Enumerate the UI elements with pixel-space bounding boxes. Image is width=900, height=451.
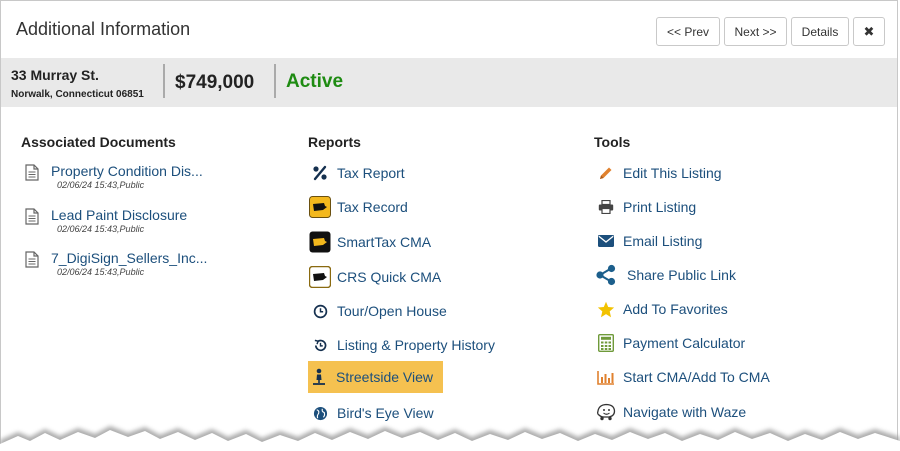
report-label: Listing & Property History — [337, 337, 495, 353]
calculator-icon — [595, 332, 617, 354]
report-label: Tax Record — [337, 199, 408, 215]
tool-add-favorites[interactable]: Add To Favorites — [595, 297, 728, 321]
report-tax-record[interactable]: Tax Record — [309, 195, 408, 219]
ct-map-outline-icon — [309, 266, 331, 288]
report-label: SmartTax CMA — [337, 234, 432, 250]
bar-chart-icon — [595, 366, 617, 388]
star-icon — [595, 298, 617, 320]
report-tour-open-house[interactable]: Tour/Open House — [309, 299, 447, 323]
dialog-titlebar: Additional Information << Prev Next >> D… — [1, 1, 897, 57]
document-link[interactable]: 7_DigiSign_Sellers_Inc... — [51, 250, 207, 266]
tool-label: Email Listing — [623, 233, 703, 249]
report-tax-report[interactable]: Tax Report — [309, 161, 405, 185]
pencil-icon — [595, 162, 617, 184]
tool-payment-calculator[interactable]: Payment Calculator — [595, 331, 745, 355]
percent-icon — [309, 162, 331, 184]
tool-label: Print Listing — [623, 199, 697, 215]
close-button[interactable]: ✖ — [853, 17, 885, 46]
globe-icon — [309, 402, 331, 424]
tool-start-cma[interactable]: Start CMA/Add To CMA — [595, 365, 770, 389]
document-meta: 02/06/24 15:43,Public — [57, 267, 145, 277]
reports-heading: Reports — [308, 134, 361, 150]
tool-label: Start CMA/Add To CMA — [623, 369, 770, 385]
report-label: Tax Report — [337, 165, 405, 181]
tool-label: Share Public Link — [627, 267, 736, 283]
dialog-title: Additional Information — [16, 19, 191, 39]
tool-navigate-waze[interactable]: Navigate with Waze — [595, 400, 746, 424]
tool-email-listing[interactable]: Email Listing — [595, 229, 702, 253]
details-button[interactable]: Details — [791, 17, 849, 46]
tool-label: Edit This Listing — [623, 165, 722, 181]
document-link[interactable]: Property Condition Dis... — [51, 163, 203, 179]
divider — [163, 64, 165, 98]
report-label: Bird's Eye View — [337, 405, 434, 421]
report-smarttax-cma[interactable]: SmartTax CMA — [309, 230, 431, 254]
waze-icon — [595, 401, 617, 423]
documents-heading: Associated Documents — [21, 134, 176, 150]
report-streetside-view[interactable]: Streetside View — [308, 361, 444, 393]
prev-button[interactable]: << Prev — [656, 17, 720, 46]
listing-city: Norwalk, Connecticut 06851 — [11, 89, 144, 100]
report-birds-eye-view[interactable]: Bird's Eye View — [309, 401, 434, 425]
tool-label: Add To Favorites — [623, 301, 728, 317]
history-icon — [309, 334, 331, 356]
tool-label: Navigate with Waze — [623, 404, 747, 420]
tool-print-listing[interactable]: Print Listing — [595, 195, 696, 219]
listing-summary-bar: 33 Murray St. Norwalk, Connecticut 06851… — [1, 58, 897, 107]
tool-share-public-link[interactable]: Share Public Link — [595, 263, 736, 287]
additional-info-dialog: Additional Information << Prev Next >> D… — [0, 0, 898, 451]
ct-map-icon — [309, 196, 331, 218]
clock-icon — [309, 300, 331, 322]
report-listing-history[interactable]: Listing & Property History — [309, 333, 495, 357]
document-link[interactable]: Lead Paint Disclosure — [51, 207, 187, 223]
divider — [274, 64, 276, 98]
report-label: Tour/Open House — [337, 303, 447, 319]
document-icon — [25, 164, 39, 181]
tool-label: Payment Calculator — [623, 335, 746, 351]
ct-map-dark-icon — [309, 231, 331, 253]
document-icon — [25, 251, 39, 268]
listing-status: Active — [286, 71, 344, 92]
listing-price: $749,000 — [175, 72, 255, 93]
document-meta: 02/06/24 15:43,Public — [57, 224, 145, 234]
report-label: CRS Quick CMA — [337, 269, 442, 285]
tool-edit-listing[interactable]: Edit This Listing — [595, 161, 722, 185]
report-crs-quick-cma[interactable]: CRS Quick CMA — [309, 265, 441, 289]
tools-heading: Tools — [594, 134, 631, 150]
close-icon: ✖ — [863, 23, 875, 39]
street-person-icon — [308, 366, 330, 388]
document-meta: 02/06/24 15:43,Public — [57, 180, 145, 190]
printer-icon — [595, 196, 617, 218]
share-icon — [595, 264, 617, 286]
envelope-icon — [595, 230, 617, 252]
listing-street: 33 Murray St. — [11, 67, 99, 83]
document-icon — [25, 208, 39, 225]
next-button[interactable]: Next >> — [724, 17, 787, 46]
report-label: Streetside View — [336, 369, 434, 385]
